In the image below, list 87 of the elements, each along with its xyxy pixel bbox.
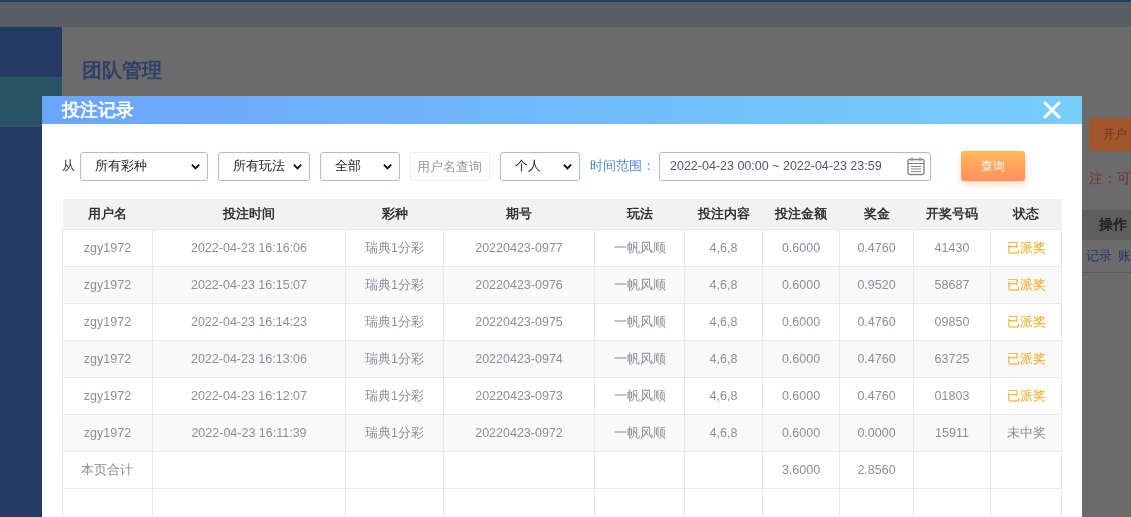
page-title: 团队管理 — [82, 58, 163, 83]
calendar-icon — [906, 156, 926, 176]
scope-select[interactable]: 个人 — [500, 151, 580, 181]
table-cell: 2.8560 — [839, 451, 914, 489]
table-cell: 瑞典1分彩 — [345, 266, 444, 304]
from-label: 从 — [62, 157, 75, 175]
table-cell: 瑞典1分彩 — [345, 303, 444, 341]
column-header: 开奖号码 — [913, 199, 991, 230]
column-header: 用户名 — [62, 199, 153, 230]
table-cell: 58687 — [913, 266, 991, 304]
table-cell: 3.6000 — [762, 451, 840, 489]
table-cell: 4,6,8 — [684, 414, 763, 452]
status-cell: 已派奖 — [990, 340, 1062, 378]
table-cell: 20220423-0976 — [443, 266, 595, 304]
table-cell: 0.6000 — [762, 414, 840, 452]
table-cell: 0.6000 — [762, 340, 840, 378]
table-cell: 0.0000 — [839, 414, 914, 452]
column-header: 状态 — [990, 199, 1062, 230]
column-header: 投注金额 — [762, 199, 840, 230]
status-cell: 未中奖 — [990, 414, 1062, 452]
column-header: 彩种 — [345, 199, 444, 230]
table-cell: 0.6000 — [762, 377, 840, 415]
table-cell: 0.9520 — [839, 266, 914, 304]
status-cell: 已派奖 — [990, 303, 1062, 341]
status-cell: 已派奖 — [990, 229, 1062, 267]
table-cell: zgy1972 — [62, 266, 153, 304]
table-cell: 63725 — [913, 340, 991, 378]
status-cell: 已派奖 — [990, 266, 1062, 304]
table-cell: 4,6,8 — [684, 303, 763, 341]
column-header: 操作 — [1099, 216, 1127, 234]
username-field[interactable]: 用户名查询 — [410, 151, 490, 181]
table-cell: 瑞典1分彩 — [345, 377, 444, 415]
status-select[interactable]: 全部 — [320, 151, 400, 181]
table-cell: 20220423-0972 — [443, 414, 595, 452]
column-header: 期号 — [443, 199, 595, 230]
status-cell: 已派奖 — [990, 377, 1062, 415]
table-cell: 4,6,8 — [684, 340, 763, 378]
column-header: 投注时间 — [152, 199, 346, 230]
table-cell: 4,6,8 — [684, 229, 763, 267]
table-cell: zgy1972 — [62, 303, 153, 341]
table-cell: 20220423-0973 — [443, 377, 595, 415]
table-cell: 15911 — [913, 414, 991, 452]
table-cell: 0.6000 — [762, 229, 840, 267]
column-header: 投注内容 — [684, 199, 763, 230]
table-cell: 一帆风顺 — [594, 266, 685, 304]
table-cell: zgy1972 — [62, 340, 153, 378]
table-cell: 瑞典1分彩 — [345, 340, 444, 378]
table-cell: zgy1972 — [62, 414, 153, 452]
time-range-label: 时间范围： — [590, 157, 655, 175]
table-cell: zgy1972 — [62, 377, 153, 415]
table-cell: 2022-04-23 16:12:07 — [152, 377, 346, 415]
notice-text: 注：可 — [1089, 170, 1131, 188]
table-cell: 2022-04-23 16:15:07 — [152, 266, 346, 304]
table-cell: 2022-04-23 16:16:06 — [152, 229, 346, 267]
dialog-title: 投注记录 — [62, 99, 134, 122]
table-cell: 一帆风顺 — [594, 229, 685, 267]
table-cell: 一帆风顺 — [594, 414, 685, 452]
table-cell: 20220423-0975 — [443, 303, 595, 341]
table-cell: 01803 — [913, 377, 991, 415]
play-type-select[interactable]: 所有玩法 — [218, 151, 310, 181]
column-header: 奖金 — [839, 199, 914, 230]
table-cell: 0.4760 — [839, 377, 914, 415]
lottery-select[interactable]: 所有彩种 — [80, 151, 208, 181]
column-header: 玩法 — [594, 199, 685, 230]
table-cell: zgy1972 — [62, 229, 153, 267]
table-cell: 0.4760 — [839, 303, 914, 341]
table-cell: 瑞典1分彩 — [345, 229, 444, 267]
table-cell: 41430 — [913, 229, 991, 267]
close-icon — [1042, 100, 1062, 120]
table-cell: 瑞典1分彩 — [345, 414, 444, 452]
table-cell: 0.4760 — [839, 229, 914, 267]
table-cell: 一帆风顺 — [594, 377, 685, 415]
table-cell: 0.6000 — [762, 266, 840, 304]
table-cell: 0.6000 — [762, 303, 840, 341]
table-cell: 20220423-0977 — [443, 229, 595, 267]
table-cell: 2022-04-23 16:11:39 — [152, 414, 346, 452]
table-cell: 20220423-0974 — [443, 340, 595, 378]
table-cell: 4,6,8 — [684, 377, 763, 415]
table-cell: 0.4760 — [839, 340, 914, 378]
date-range-field[interactable]: 2022-04-23 00:00 ~ 2022-04-23 23:59 — [659, 151, 931, 181]
table-cell: 本页合计 — [62, 451, 153, 489]
table-cell: 一帆风顺 — [594, 340, 685, 378]
table-cell: 09850 — [913, 303, 991, 341]
table-cell: 4,6,8 — [684, 266, 763, 304]
table-cell: 一帆风顺 — [594, 303, 685, 341]
table-cell: 2022-04-23 16:13:06 — [152, 340, 346, 378]
table-cell: 2022-04-23 16:14:23 — [152, 303, 346, 341]
